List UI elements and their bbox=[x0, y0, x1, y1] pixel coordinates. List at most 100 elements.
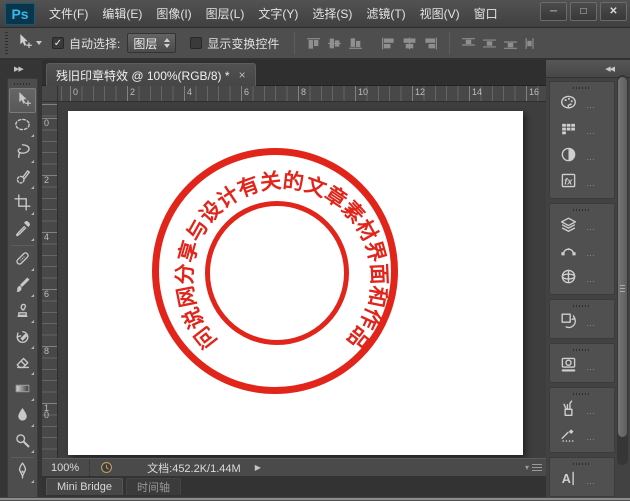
tool-gradient-tool[interactable] bbox=[9, 378, 36, 403]
align-vertical-centers-button[interactable] bbox=[324, 33, 345, 53]
tool-separator bbox=[11, 457, 34, 458]
dock-group-grip[interactable] bbox=[573, 393, 591, 395]
dock-header: ◀◀ bbox=[546, 60, 630, 78]
flyout-triangle-icon bbox=[31, 238, 34, 241]
canvas[interactable]: 问说网分享与设计有关的文章素材界面和作品 bbox=[68, 111, 523, 455]
zoom-level-field[interactable]: 100% bbox=[42, 459, 91, 476]
dock-group-grip[interactable] bbox=[573, 87, 591, 89]
dock-group-grip[interactable] bbox=[573, 349, 591, 351]
tool-separator bbox=[11, 245, 34, 246]
align-horizontal-centers-button[interactable] bbox=[399, 33, 420, 53]
dock-paths-panel-button[interactable]: … bbox=[550, 240, 614, 266]
dock-group: A… bbox=[549, 457, 615, 497]
menu-item-5[interactable]: 选择(S) bbox=[305, 0, 359, 28]
dock-adjustments-panel-button[interactable]: … bbox=[550, 144, 614, 170]
vruler-label: 1 0 bbox=[44, 403, 50, 420]
flyout-triangle-icon bbox=[31, 320, 34, 323]
tool-spot-healing-brush-tool[interactable] bbox=[9, 248, 36, 273]
tools-panel-grip[interactable] bbox=[13, 83, 32, 85]
distribute-vertical-centers-button[interactable] bbox=[479, 33, 500, 53]
toolbar-expand-icon[interactable]: ▶▶ bbox=[14, 65, 24, 73]
align-left-edges-button[interactable] bbox=[378, 33, 399, 53]
history-brush-tool-icon bbox=[13, 327, 32, 351]
align-right-edges-button[interactable] bbox=[420, 33, 441, 53]
tool-elliptical-marquee-tool[interactable] bbox=[9, 114, 36, 139]
hruler-label: 0 bbox=[73, 87, 79, 97]
close-button[interactable]: ✕ bbox=[600, 2, 627, 21]
minimize-button[interactable]: ─ bbox=[540, 2, 567, 21]
dock-brush-panel-button[interactable]: … bbox=[550, 398, 614, 424]
tool-brush-tool[interactable] bbox=[9, 274, 36, 299]
auto-select-target-dropdown[interactable]: 图层 bbox=[127, 33, 177, 53]
dock-color-panel-button[interactable]: … bbox=[550, 92, 614, 118]
close-icon[interactable]: × bbox=[239, 69, 246, 81]
pen-tool-icon bbox=[13, 461, 32, 485]
dock-group-grip[interactable] bbox=[573, 209, 591, 211]
color-panel-icon bbox=[559, 93, 578, 117]
tool-move-tool[interactable] bbox=[9, 88, 36, 113]
tool-dodge-tool[interactable] bbox=[9, 430, 36, 455]
menu-item-8[interactable]: 窗口 bbox=[467, 0, 505, 28]
show-transform-checkbox[interactable] bbox=[190, 37, 203, 49]
distribute-top-edges-button[interactable] bbox=[458, 33, 479, 53]
dock-scrollbar-thumb[interactable] bbox=[618, 77, 627, 437]
align-top-edges-button[interactable] bbox=[303, 33, 324, 53]
layers-panel-icon bbox=[559, 215, 578, 239]
ruler-corner[interactable] bbox=[42, 86, 58, 102]
svg-text:fx: fx bbox=[564, 176, 573, 186]
tool-lasso-tool[interactable] bbox=[9, 140, 36, 165]
tool-preset-picker[interactable] bbox=[14, 31, 42, 55]
horizontal-ruler[interactable]: 0 2 4 6 8 10 12 14 16 bbox=[58, 86, 546, 102]
clone-stamp-tool-icon bbox=[13, 301, 32, 325]
eraser-tool-icon bbox=[13, 353, 32, 377]
menu-item-4[interactable]: 文字(Y) bbox=[251, 0, 305, 28]
menu-item-2[interactable]: 图像(I) bbox=[149, 0, 198, 28]
stamp-char: 关 bbox=[258, 169, 283, 195]
document-tab[interactable]: 残旧印章特效 @ 100%(RGB/8) * × bbox=[46, 63, 256, 86]
flyout-triangle-icon bbox=[31, 450, 34, 453]
status-expand-icon[interactable]: ▶ bbox=[255, 463, 261, 472]
menu-item-7[interactable]: 视图(V) bbox=[413, 0, 467, 28]
dock-scrollbar[interactable] bbox=[617, 75, 628, 465]
dock-collapse-icon[interactable]: ◀◀ bbox=[605, 65, 615, 73]
menu-item-1[interactable]: 编辑(E) bbox=[95, 0, 149, 28]
photoshop-logo: Ps bbox=[5, 2, 35, 25]
menu-item-3[interactable]: 图层(L) bbox=[199, 0, 252, 28]
dock-layers-panel-button[interactable]: … bbox=[550, 214, 614, 240]
dock-swatches-panel-button[interactable]: … bbox=[550, 118, 614, 144]
pasteboard: 问说网分享与设计有关的文章素材界面和作品 bbox=[58, 102, 546, 458]
maximize-button[interactable]: □ bbox=[570, 2, 597, 21]
dock-styles-panel-button[interactable]: fx… bbox=[550, 170, 614, 196]
dock-group-grip[interactable] bbox=[573, 463, 591, 465]
tool-clone-stamp-tool[interactable] bbox=[9, 300, 36, 325]
distribute-bottom-edges-button[interactable] bbox=[500, 33, 521, 53]
auto-select-checkbox[interactable]: ✓ bbox=[52, 37, 64, 49]
tool-quick-selection-tool[interactable] bbox=[9, 166, 36, 191]
tool-eraser-tool[interactable] bbox=[9, 352, 36, 377]
tool-blur-tool[interactable] bbox=[9, 404, 36, 429]
tool-crop-tool[interactable] bbox=[9, 192, 36, 217]
tool-history-brush-tool[interactable] bbox=[9, 326, 36, 351]
align-bottom-edges-button[interactable] bbox=[345, 33, 366, 53]
hruler-label: 10 bbox=[358, 87, 369, 97]
dock-brush-presets-panel-button[interactable]: … bbox=[550, 424, 614, 450]
dock-group: … bbox=[549, 343, 615, 383]
dock-panel-label: … bbox=[586, 432, 596, 442]
tab-mini-bridge[interactable]: Mini Bridge bbox=[46, 478, 124, 495]
clock-icon bbox=[100, 461, 113, 474]
tool-pen-tool[interactable] bbox=[9, 460, 36, 485]
dock-character-panel-button[interactable]: A… bbox=[550, 468, 614, 494]
menu-item-0[interactable]: 文件(F) bbox=[42, 0, 95, 28]
tool-eyedropper-tool[interactable] bbox=[9, 218, 36, 243]
hruler-label: 12 bbox=[415, 87, 426, 97]
distribute-left-edges-button[interactable] bbox=[521, 33, 542, 53]
menu-item-6[interactable]: 滤镜(T) bbox=[359, 0, 412, 28]
dock-clone-source-panel-button[interactable]: … bbox=[550, 354, 614, 380]
dock-history-panel-button[interactable]: … bbox=[550, 310, 614, 336]
tab-timeline[interactable]: 时间轴 bbox=[126, 478, 182, 495]
dock-channels-panel-button[interactable]: … bbox=[550, 266, 614, 292]
vertical-ruler[interactable]: 0 2 4 6 8 1 0 bbox=[42, 102, 58, 458]
dock-group-grip[interactable] bbox=[573, 305, 591, 307]
statusbar-grip-icon[interactable]: ▾ bbox=[525, 463, 542, 472]
options-bar-grip[interactable] bbox=[5, 32, 8, 54]
